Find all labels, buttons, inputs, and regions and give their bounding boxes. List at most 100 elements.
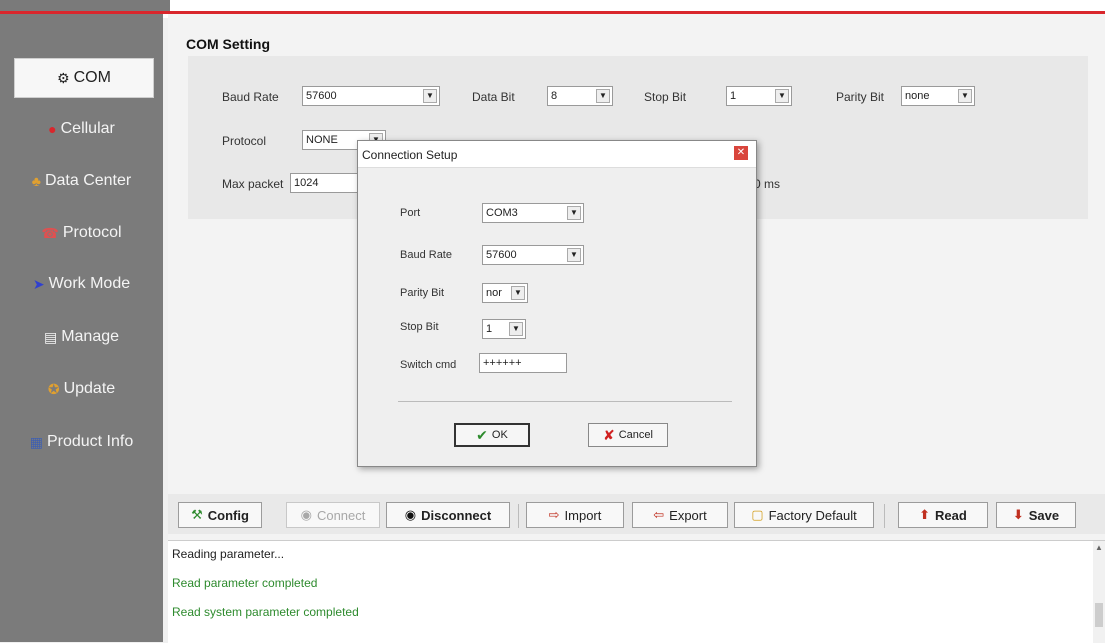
cellular-icon: ● [48, 121, 57, 137]
port-label: Port [400, 207, 421, 219]
baud-rate-value: 57600 [306, 90, 337, 102]
stop-bit-value: 1 [730, 90, 737, 102]
cancel-button-label: Cancel [618, 429, 653, 441]
sidebar-item-manage[interactable]: ▤ Manage [0, 317, 163, 357]
save-button[interactable]: ⬇ Save [996, 502, 1076, 528]
cancel-button[interactable]: ✘ Cancel [588, 423, 668, 447]
baud-rate-value: 57600 [486, 249, 517, 261]
config-button[interactable]: ⚒ Config [178, 502, 262, 528]
connect-button[interactable]: ◉ Connect [286, 502, 380, 528]
chevron-down-icon: ▼ [511, 286, 525, 300]
com-setting-title: COM Setting [186, 36, 270, 52]
sidebar-item-work-mode[interactable]: ➤ Work Mode [0, 264, 163, 304]
scrollbar-thumb[interactable] [1095, 603, 1103, 627]
chevron-down-icon: ▼ [775, 89, 789, 103]
stop-bit-select[interactable]: 1 ▼ [482, 319, 526, 339]
export-button-label: Export [669, 507, 707, 523]
sidebar-item-label: Data Center [44, 172, 132, 189]
max-packet-input[interactable]: 1024 [290, 173, 360, 193]
toolbar-divider [884, 504, 885, 528]
baud-rate-select[interactable]: 57600 ▼ [482, 245, 584, 265]
protocol-label: Protocol [222, 134, 267, 148]
disconnect-button-label: Disconnect [421, 507, 492, 523]
read-button-label: Read [935, 507, 967, 523]
product-info-icon: ▦ [29, 433, 43, 450]
interval-suffix: 0 ms [754, 177, 781, 191]
chevron-down-icon: ▼ [958, 89, 972, 103]
import-button-label: Import [564, 507, 602, 523]
sidebar-item-label: Cellular [60, 120, 115, 137]
close-icon[interactable]: ✕ [734, 146, 748, 160]
parity-bit-value: none [905, 90, 930, 102]
sidebar-item-label: Product Info [46, 433, 134, 450]
log-line: Read system parameter completed [172, 605, 359, 619]
stop-bit-select[interactable]: 1 ▼ [726, 86, 792, 106]
dialog-title-bar: Connection Setup ✕ [358, 141, 756, 168]
baud-rate-label: Baud Rate [400, 249, 452, 261]
update-icon: ✪ [47, 380, 60, 397]
parity-bit-select[interactable]: none ▼ [901, 86, 975, 106]
chevron-down-icon: ▼ [567, 206, 581, 220]
port-value: COM3 [486, 207, 518, 219]
data-center-icon: ♣ [31, 173, 41, 189]
ok-button[interactable]: ✔ OK [454, 423, 530, 447]
stop-bit-label: Stop Bit [400, 321, 439, 333]
sidebar-item-product-info[interactable]: ▦ Product Info [0, 422, 163, 462]
sidebar-item-data-center[interactable]: ♣ Data Center [0, 161, 163, 201]
sidebar: ⚙ COM ● Cellular ♣ Data Center ☎ Protoco… [0, 14, 163, 642]
protocol-icon: ☎ [41, 224, 59, 241]
chevron-down-icon: ▼ [596, 89, 610, 103]
top-bar-dark-strip [0, 0, 170, 11]
switch-cmd-input[interactable]: ++++++ [479, 353, 567, 373]
sidebar-item-label: Work Mode [48, 275, 131, 292]
switch-cmd-label: Switch cmd [400, 359, 457, 371]
parity-bit-label: Parity Bit [836, 90, 885, 104]
dialog-divider [398, 401, 732, 402]
factory-default-button-label: Factory Default [768, 507, 857, 523]
port-select[interactable]: COM3 ▼ [482, 203, 584, 223]
sidebar-item-label: Protocol [62, 224, 122, 241]
log-scrollbar[interactable]: ▲ [1093, 541, 1105, 643]
baud-rate-select[interactable]: 57600 ▼ [302, 86, 440, 106]
export-icon: ⇦ [653, 507, 665, 522]
max-packet-label: Max packet [222, 177, 284, 191]
toolbar: ⚒ Config ◉ Connect ◉ Disconnect ⇨ Import… [168, 494, 1105, 534]
chevron-down-icon: ▼ [567, 248, 581, 262]
sidebar-item-label: Update [63, 380, 116, 397]
document-icon: ▢ [751, 507, 764, 522]
toolbar-divider [518, 504, 519, 528]
stop-bit-label: Stop Bit [644, 90, 687, 104]
export-button[interactable]: ⇦ Export [632, 502, 728, 528]
dialog-title: Connection Setup [362, 148, 458, 162]
config-button-label: Config [207, 507, 249, 523]
connection-setup-dialog: Connection Setup ✕ Port COM3 ▼ Baud Rate… [357, 140, 757, 467]
disconnect-button[interactable]: ◉ Disconnect [386, 502, 510, 528]
factory-default-button[interactable]: ▢ Factory Default [734, 502, 874, 528]
import-button[interactable]: ⇨ Import [526, 502, 624, 528]
disconnect-icon: ◉ [404, 507, 417, 522]
parity-bit-label: Parity Bit [400, 287, 445, 299]
log-line: Read parameter completed [172, 576, 318, 590]
sidebar-item-cellular[interactable]: ● Cellular [0, 109, 163, 149]
parity-bit-select[interactable]: nor ▼ [482, 283, 528, 303]
sidebar-item-com[interactable]: ⚙ COM [14, 58, 154, 98]
sidebar-item-protocol[interactable]: ☎ Protocol [0, 213, 163, 253]
log-panel[interactable]: Reading parameter... Read parameter comp… [168, 540, 1105, 643]
import-icon: ⇨ [548, 507, 560, 522]
cross-icon: ✘ [603, 426, 615, 443]
baud-rate-label: Baud Rate [222, 90, 279, 104]
connect-button-label: Connect [316, 507, 366, 523]
manage-icon: ▤ [43, 328, 58, 345]
sidebar-item-update[interactable]: ✪ Update [0, 369, 163, 409]
config-icon: ⚒ [191, 507, 203, 522]
protocol-value: NONE [306, 134, 338, 146]
parity-bit-value: nor [486, 287, 502, 299]
com-icon: ⚙ [57, 69, 70, 86]
read-button[interactable]: ⬆ Read [898, 502, 988, 528]
save-button-label: Save [1028, 507, 1060, 523]
arrow-up-icon: ⬆ [919, 507, 931, 522]
connect-icon: ◉ [300, 507, 312, 522]
scroll-up-icon[interactable]: ▲ [1095, 543, 1103, 552]
data-bit-select[interactable]: 8 ▼ [547, 86, 613, 106]
chevron-down-icon: ▼ [509, 322, 523, 336]
